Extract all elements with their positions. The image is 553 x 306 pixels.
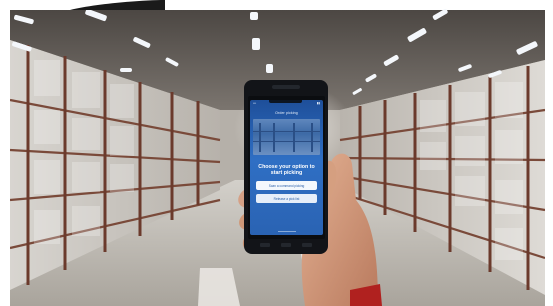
screen-shelf-1 [253, 131, 320, 132]
screen-shelf-2 [253, 141, 320, 142]
screen-heading: Choose your option to start picking [258, 164, 315, 176]
screen-title: Order picking [275, 111, 298, 115]
status-left: ••• [253, 100, 257, 105]
screen-warehouse-image [253, 119, 320, 155]
scan-picking-button[interactable]: Scan a command picking [256, 181, 317, 190]
phone-screen: ••• ▮▮ Order picking Choose your option … [250, 100, 323, 235]
phone-brand-strip [269, 100, 302, 103]
warehouse-photo: ••• ▮▮ Order picking Choose your option … [0, 0, 553, 306]
screen-rack-4 [311, 123, 313, 152]
home-indicator [277, 231, 296, 232]
release-pick-list-button[interactable]: Release a pick list [256, 194, 317, 203]
screen-rack-3 [293, 123, 295, 152]
status-right: ▮▮ [316, 100, 320, 105]
screen-rack-2 [273, 123, 275, 152]
screen-rack-1 [259, 123, 261, 152]
